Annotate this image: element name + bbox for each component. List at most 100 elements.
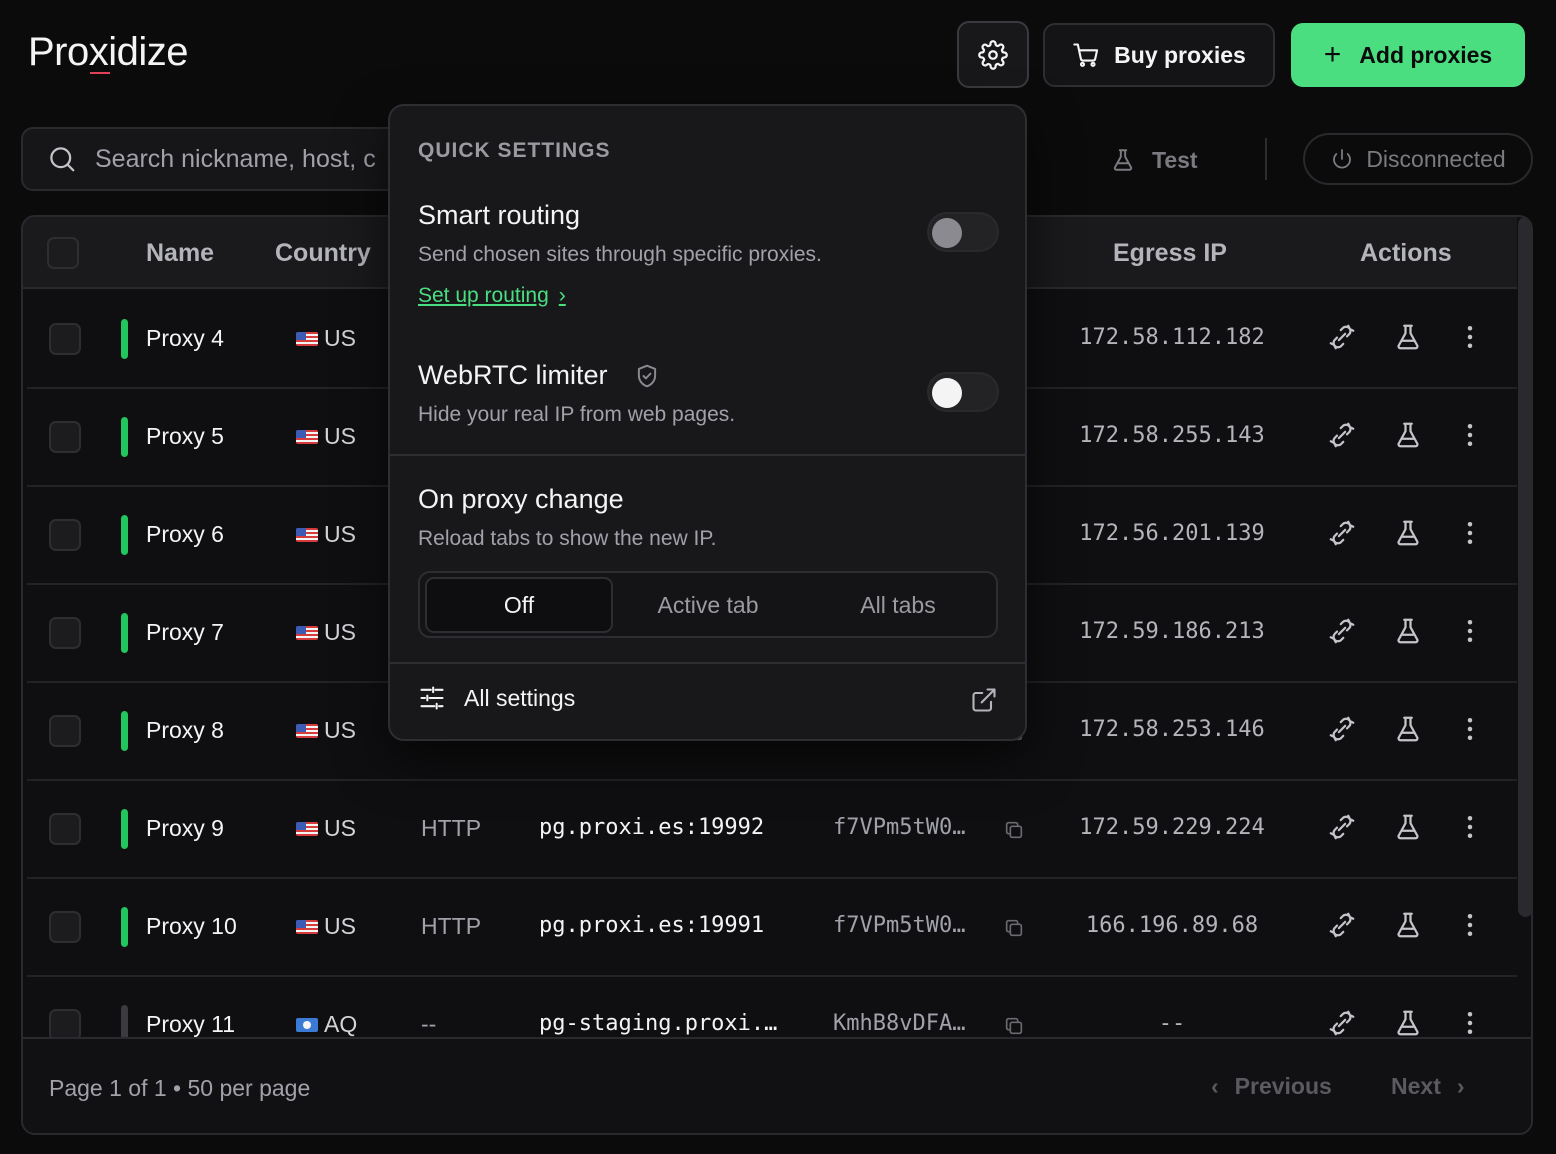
test-flask-icon[interactable] bbox=[1393, 322, 1423, 357]
status-indicator bbox=[121, 711, 128, 751]
reload-option-off[interactable]: Off bbox=[425, 577, 613, 633]
copy-icon[interactable] bbox=[1003, 917, 1025, 944]
search-input[interactable]: Search nickname, host, c bbox=[21, 127, 401, 191]
connection-status-label: Disconnected bbox=[1366, 145, 1506, 172]
smart-routing-toggle[interactable] bbox=[927, 212, 999, 252]
select-all-checkbox[interactable] bbox=[47, 237, 79, 269]
flag-icon bbox=[296, 625, 318, 640]
connect-link-icon[interactable] bbox=[1327, 812, 1357, 847]
egress-ip: 172.59.186.213 bbox=[1079, 619, 1265, 644]
country-code: AQ bbox=[324, 1011, 358, 1037]
country-code: US bbox=[324, 521, 356, 547]
proxy-name: Proxy 10 bbox=[146, 913, 237, 939]
row-checkbox[interactable] bbox=[49, 323, 81, 355]
more-options-icon[interactable] bbox=[1455, 322, 1485, 357]
gear-icon bbox=[978, 39, 1008, 70]
webrtc-limiter-title: WebRTC limiter bbox=[418, 360, 608, 390]
test-button[interactable]: Test bbox=[1110, 140, 1198, 180]
power-icon bbox=[1333, 149, 1352, 169]
toolbar-divider bbox=[1265, 138, 1267, 180]
add-proxies-button[interactable]: + Add proxies bbox=[1291, 23, 1525, 87]
more-options-icon[interactable] bbox=[1455, 518, 1485, 553]
test-label: Test bbox=[1152, 146, 1198, 173]
connect-link-icon[interactable] bbox=[1327, 616, 1357, 651]
column-header-country[interactable]: Country bbox=[275, 239, 371, 268]
chevron-left-icon: ‹ bbox=[1211, 1073, 1219, 1099]
cart-icon bbox=[1073, 43, 1099, 67]
connect-link-icon[interactable] bbox=[1327, 420, 1357, 455]
flag-icon bbox=[296, 723, 318, 738]
row-checkbox[interactable] bbox=[49, 813, 81, 845]
proxy-name: Proxy 5 bbox=[146, 423, 224, 449]
previous-label: Previous bbox=[1234, 1073, 1332, 1099]
flag-icon bbox=[296, 429, 318, 444]
test-flask-icon[interactable] bbox=[1393, 420, 1423, 455]
row-checkbox[interactable] bbox=[49, 421, 81, 453]
table-footer: Page 1 of 1 • 50 per page ‹ Previous Nex… bbox=[23, 1037, 1531, 1133]
more-options-icon[interactable] bbox=[1455, 616, 1485, 651]
table-row[interactable]: Proxy 10 US HTTP pg.proxi.es:19991 f7VPm5tW0… bbox=[27, 879, 1517, 977]
all-settings-link[interactable]: All settings bbox=[418, 684, 575, 712]
column-header-name[interactable]: Name bbox=[146, 239, 214, 268]
proxy-username: f7VPm5tW0… bbox=[833, 815, 966, 840]
flag-icon bbox=[296, 527, 318, 542]
proxy-country: US bbox=[296, 913, 356, 940]
proxy-country: US bbox=[296, 325, 356, 352]
proxy-name: Proxy 11 bbox=[146, 1011, 236, 1037]
egress-ip: 172.58.255.143 bbox=[1079, 423, 1265, 448]
webrtc-limiter-toggle[interactable] bbox=[927, 372, 999, 412]
all-settings-label: All settings bbox=[464, 684, 576, 711]
reload-option-active-tab[interactable]: Active tab bbox=[613, 577, 803, 633]
more-options-icon[interactable] bbox=[1455, 714, 1485, 749]
table-row[interactable]: Proxy 9 US HTTP pg.proxi.es:19992 f7VPm5tW0…… bbox=[27, 781, 1517, 879]
external-link-icon[interactable] bbox=[970, 686, 998, 714]
previous-page-button[interactable]: ‹ Previous bbox=[1211, 1073, 1332, 1100]
proxy-name: Proxy 7 bbox=[146, 619, 224, 645]
more-options-icon[interactable] bbox=[1455, 812, 1485, 847]
status-indicator bbox=[121, 809, 128, 849]
next-page-button[interactable]: Next › bbox=[1391, 1073, 1465, 1100]
reload-option-all-tabs[interactable]: All tabs bbox=[803, 577, 993, 633]
more-options-icon[interactable] bbox=[1455, 420, 1485, 455]
proxy-username: KmhB8vDFA… bbox=[833, 1011, 966, 1036]
proxy-country: AQ bbox=[296, 1011, 357, 1038]
country-code: US bbox=[324, 325, 356, 351]
smart-routing-description: Send chosen sites through specific proxi… bbox=[418, 243, 822, 266]
copy-icon[interactable] bbox=[1003, 819, 1025, 846]
proxy-country: US bbox=[296, 717, 356, 744]
connect-link-icon[interactable] bbox=[1327, 910, 1357, 945]
test-flask-icon[interactable] bbox=[1393, 812, 1423, 847]
settings-button[interactable] bbox=[957, 21, 1029, 88]
proxy-country: US bbox=[296, 423, 356, 450]
test-flask-icon[interactable] bbox=[1393, 910, 1423, 945]
column-header-egress-ip[interactable]: Egress IP bbox=[1113, 239, 1227, 268]
connection-toggle-button[interactable]: Disconnected bbox=[1303, 133, 1533, 185]
country-code: US bbox=[324, 815, 356, 841]
more-options-icon[interactable] bbox=[1455, 910, 1485, 945]
row-checkbox[interactable] bbox=[49, 715, 81, 747]
test-flask-icon[interactable] bbox=[1393, 616, 1423, 651]
row-checkbox[interactable] bbox=[49, 519, 81, 551]
reload-mode-segmented-control: Off Active tab All tabs bbox=[418, 571, 998, 638]
connect-link-icon[interactable] bbox=[1327, 714, 1357, 749]
proxy-host: pg.proxi.es:19992 bbox=[539, 815, 765, 840]
connect-link-icon[interactable] bbox=[1327, 518, 1357, 553]
setup-routing-link[interactable]: Set up routing › bbox=[418, 284, 566, 308]
connect-link-icon[interactable] bbox=[1327, 322, 1357, 357]
test-flask-icon[interactable] bbox=[1393, 518, 1423, 553]
proxy-country: US bbox=[296, 521, 356, 548]
proxy-host: pg-staging.proxi.… bbox=[539, 1011, 778, 1036]
flag-icon bbox=[296, 821, 318, 836]
table-scrollbar[interactable] bbox=[1518, 217, 1531, 917]
proxy-change-title: On proxy change bbox=[418, 484, 624, 514]
egress-ip: 172.59.229.224 bbox=[1079, 815, 1265, 840]
row-checkbox[interactable] bbox=[49, 911, 81, 943]
test-flask-icon[interactable] bbox=[1393, 714, 1423, 749]
row-checkbox[interactable] bbox=[49, 617, 81, 649]
shield-check-icon bbox=[637, 364, 657, 388]
buy-proxies-button[interactable]: Buy proxies bbox=[1043, 23, 1275, 87]
chevron-right-icon: › bbox=[1456, 1073, 1465, 1099]
egress-ip: 172.56.201.139 bbox=[1079, 521, 1265, 546]
proxy-country: US bbox=[296, 815, 356, 842]
popover-divider bbox=[390, 454, 1025, 456]
